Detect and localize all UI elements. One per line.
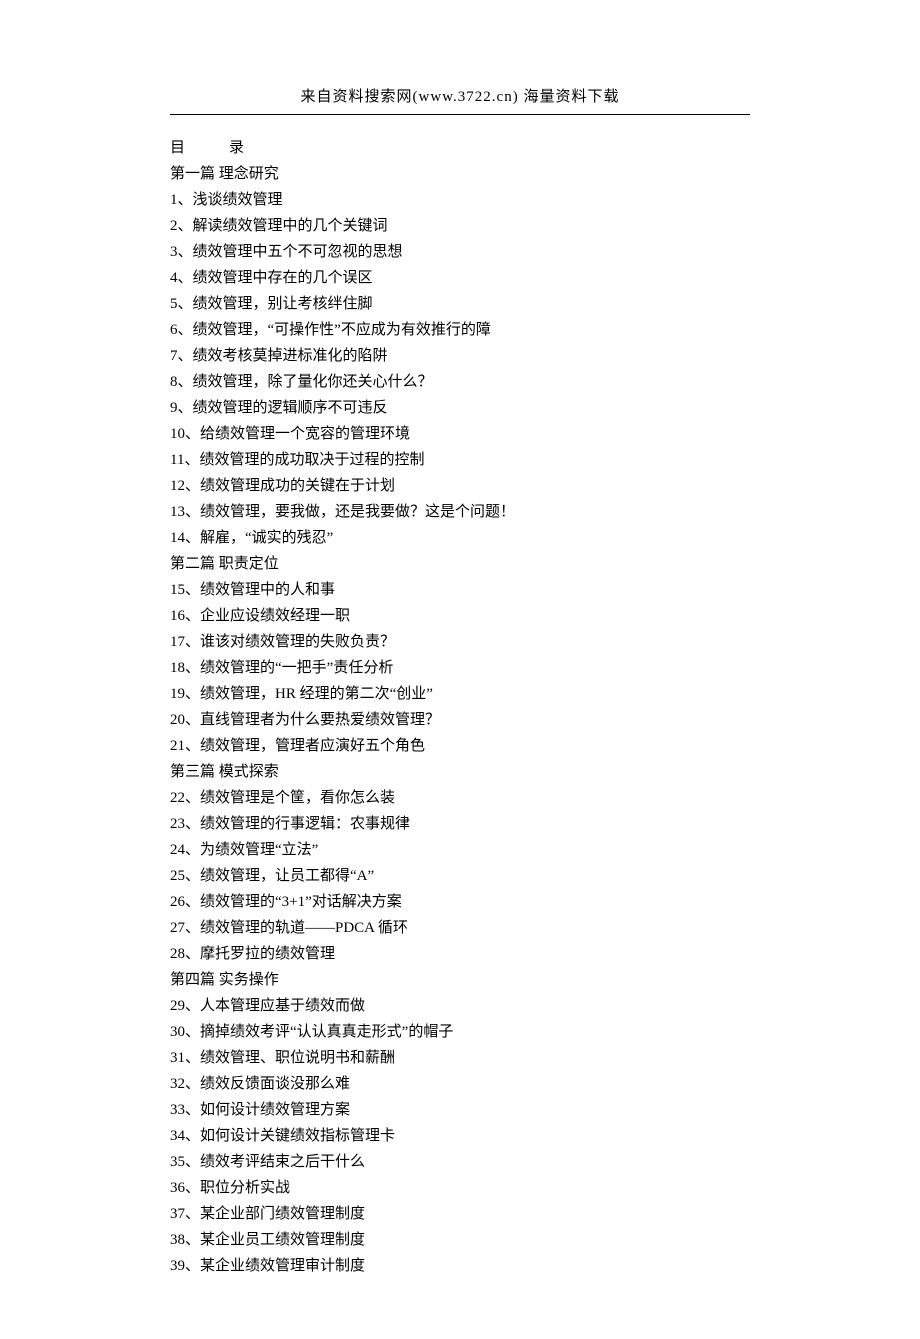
toc-list: 第一篇 理念研究1、浅谈绩效管理2、解读绩效管理中的几个关键词3、绩效管理中五个… — [170, 161, 750, 1279]
toc-line: 13、绩效管理，要我做，还是我要做？这是个问题！ — [170, 499, 750, 525]
toc-line: 第一篇 理念研究 — [170, 161, 750, 187]
toc-line: 25、绩效管理，让员工都得“A” — [170, 863, 750, 889]
toc-line: 11、绩效管理的成功取决于过程的控制 — [170, 447, 750, 473]
toc-line: 20、直线管理者为什么要热爱绩效管理？ — [170, 707, 750, 733]
toc-line: 35、绩效考评结束之后干什么 — [170, 1149, 750, 1175]
toc-line: 3、绩效管理中五个不可忽视的思想 — [170, 239, 750, 265]
toc-line: 6、绩效管理，“可操作性”不应成为有效推行的障 — [170, 317, 750, 343]
toc-title: 目录 — [170, 135, 750, 161]
toc-line: 36、职位分析实战 — [170, 1175, 750, 1201]
toc-line: 22、绩效管理是个筐，看你怎么装 — [170, 785, 750, 811]
toc-line: 28、摩托罗拉的绩效管理 — [170, 941, 750, 967]
toc-line: 26、绩效管理的“3+1”对话解决方案 — [170, 889, 750, 915]
toc-line: 31、绩效管理、职位说明书和薪酬 — [170, 1045, 750, 1071]
toc-line: 5、绩效管理，别让考核绊住脚 — [170, 291, 750, 317]
toc-line: 32、绩效反馈面谈没那么难 — [170, 1071, 750, 1097]
toc-line: 2、解读绩效管理中的几个关键词 — [170, 213, 750, 239]
toc-line: 14、解雇，“诚实的残忍” — [170, 525, 750, 551]
toc-line: 12、绩效管理成功的关键在于计划 — [170, 473, 750, 499]
toc-line: 29、人本管理应基于绩效而做 — [170, 993, 750, 1019]
toc-line: 第二篇 职责定位 — [170, 551, 750, 577]
header-divider — [170, 114, 750, 115]
toc-line: 19、绩效管理，HR 经理的第二次“创业” — [170, 681, 750, 707]
toc-line: 第四篇 实务操作 — [170, 967, 750, 993]
toc-title-part2: 录 — [229, 140, 246, 156]
toc-line: 1、浅谈绩效管理 — [170, 187, 750, 213]
toc-line: 16、企业应设绩效经理一职 — [170, 603, 750, 629]
toc-line: 21、绩效管理，管理者应演好五个角色 — [170, 733, 750, 759]
toc-line: 18、绩效管理的“一把手”责任分析 — [170, 655, 750, 681]
toc-line: 30、摘掉绩效考评“认认真真走形式”的帽子 — [170, 1019, 750, 1045]
toc-line: 7、绩效考核莫掉进标准化的陷阱 — [170, 343, 750, 369]
toc-line: 24、为绩效管理“立法” — [170, 837, 750, 863]
toc-line: 4、绩效管理中存在的几个误区 — [170, 265, 750, 291]
toc-line: 8、绩效管理，除了量化你还关心什么？ — [170, 369, 750, 395]
toc-line: 9、绩效管理的逻辑顺序不可违反 — [170, 395, 750, 421]
toc-line: 34、如何设计关键绩效指标管理卡 — [170, 1123, 750, 1149]
document-content: 目录 第一篇 理念研究1、浅谈绩效管理2、解读绩效管理中的几个关键词3、绩效管理… — [120, 135, 800, 1279]
toc-line: 23、绩效管理的行事逻辑：农事规律 — [170, 811, 750, 837]
toc-line: 10、给绩效管理一个宽容的管理环境 — [170, 421, 750, 447]
toc-line: 17、谁该对绩效管理的失败负责？ — [170, 629, 750, 655]
toc-line: 15、绩效管理中的人和事 — [170, 577, 750, 603]
page-header: 来自资料搜索网(www.3722.cn) 海量资料下载 — [120, 85, 800, 106]
toc-line: 39、某企业绩效管理审计制度 — [170, 1253, 750, 1279]
toc-line: 第三篇 模式探索 — [170, 759, 750, 785]
toc-line: 37、某企业部门绩效管理制度 — [170, 1201, 750, 1227]
document-page: 来自资料搜索网(www.3722.cn) 海量资料下载 目录 第一篇 理念研究1… — [0, 0, 920, 1339]
toc-title-part1: 目 — [170, 140, 187, 156]
toc-line: 27、绩效管理的轨道——PDCA 循环 — [170, 915, 750, 941]
toc-line: 38、某企业员工绩效管理制度 — [170, 1227, 750, 1253]
toc-line: 33、如何设计绩效管理方案 — [170, 1097, 750, 1123]
